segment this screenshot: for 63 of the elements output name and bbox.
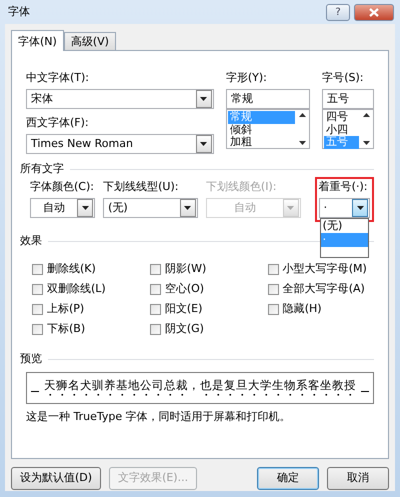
text-field[interactable]: 常规 [226, 89, 310, 109]
checkbox-label: 隐藏(H) [282, 302, 322, 316]
scroll-down-icon[interactable] [299, 141, 306, 145]
checkbox[interactable] [150, 324, 161, 334]
checkbox[interactable] [268, 284, 279, 294]
close-icon [369, 8, 379, 16]
help-button[interactable]: ? [326, 4, 350, 20]
list-item[interactable]: 小四 [324, 124, 359, 136]
description-text: 这是一种 TrueType 字体，同时适用于屏幕和打印机。 [26, 410, 292, 424]
dialog-button[interactable]: 设为默认值(D) [11, 467, 102, 490]
field-label: 下划线颜色(I): [206, 180, 278, 194]
scroll-up-icon[interactable] [363, 113, 370, 117]
checkbox[interactable] [150, 264, 161, 274]
checkbox[interactable] [150, 304, 161, 314]
checkbox-label: 全部大写字母(A) [282, 282, 365, 296]
list-item[interactable]: 加粗 [228, 136, 296, 148]
dropdown: 自动 [206, 198, 301, 218]
font-combo[interactable]: Times New Roman [26, 134, 214, 154]
checkbox-label: 下标(B) [47, 322, 86, 336]
list-box[interactable]: 常规 倾斜 加粗 [226, 109, 310, 149]
section-heading: 所有文字 [20, 162, 64, 176]
dialog-button: 文字效果(E)... [109, 467, 198, 490]
checkbox[interactable] [268, 304, 279, 314]
checkbox-label: 双删除线(L) [47, 282, 106, 296]
dropdown[interactable]: (无) [103, 198, 198, 218]
list-box[interactable]: 四号 小四 五号 [322, 109, 374, 149]
list-item[interactable]: (无) [320, 219, 368, 233]
field-label: 下划线线型(U): [103, 180, 180, 194]
text-field[interactable]: 五号 [322, 89, 374, 109]
section-heading: 预览 [20, 352, 42, 366]
checkbox-label: 小型大写字母(M) [282, 262, 367, 276]
checkbox-label: 上标(P) [47, 302, 84, 316]
checkbox-label: 阴影(W) [164, 262, 206, 276]
dialog-button[interactable]: 取消 [327, 467, 389, 490]
list-item[interactable]: 四号 [324, 111, 359, 124]
dialog-button[interactable]: 确定 [257, 467, 319, 490]
scroll-up-icon[interactable] [299, 113, 306, 117]
font-combo[interactable]: 宋体 [26, 89, 214, 109]
field-label: 中文字体(T): [26, 71, 90, 85]
checkbox[interactable] [32, 304, 43, 314]
checkbox-label: 空心(O) [164, 282, 204, 296]
checkbox[interactable] [268, 264, 279, 274]
list-item[interactable]: 倾斜 [228, 124, 296, 136]
field-label: 字号(S): [322, 71, 365, 85]
close-button[interactable] [354, 4, 394, 20]
checkbox-label: 删除线(K) [47, 262, 96, 276]
field-label: 着重号(·): [318, 180, 368, 194]
window-title: 字体 [8, 5, 31, 19]
checkbox[interactable] [32, 324, 43, 334]
checkbox-label: 阳文(E) [164, 302, 202, 316]
checkbox[interactable] [32, 264, 43, 274]
section-heading: 效果 [20, 234, 42, 248]
dropdown[interactable]: 自动 [30, 198, 96, 218]
scroll-down-icon[interactable] [363, 141, 370, 145]
tab[interactable]: 字体(N) [11, 30, 64, 51]
checkbox[interactable] [150, 284, 161, 294]
field-label: 字形(Y): [226, 71, 268, 85]
checkbox-label: 阴文(G) [164, 322, 204, 336]
field-label: 字体颜色(C): [30, 180, 95, 194]
preview-text: 天狮名犬驯养基地公司总裁，也是复旦大学生物系客坐教授 [44, 377, 356, 394]
checkbox[interactable] [32, 284, 43, 294]
tab[interactable]: 高级(V) [64, 32, 116, 50]
field-label: 西文字体(F): [26, 116, 90, 130]
